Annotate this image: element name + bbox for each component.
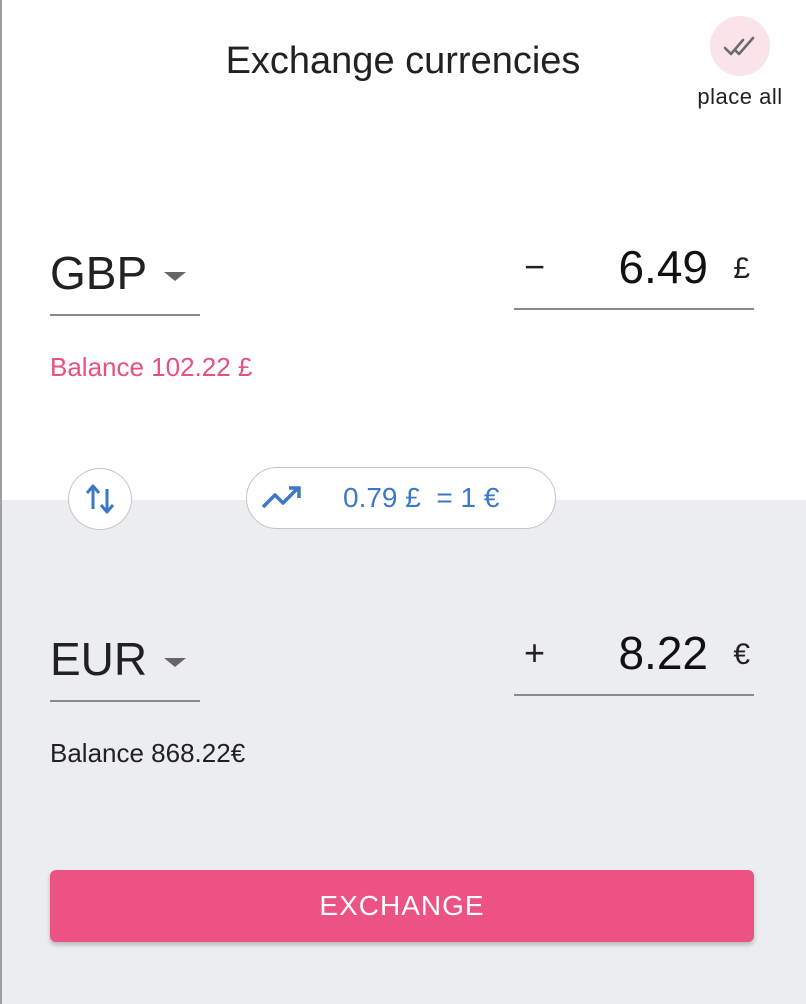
exchange-rate-text: 0.79 £ = 1 € xyxy=(343,482,500,513)
to-currency-select[interactable]: EUR xyxy=(50,632,200,702)
exchange-button[interactable]: EXCHANGE xyxy=(50,870,754,942)
trending-up-icon xyxy=(261,486,301,509)
to-currency-code: EUR xyxy=(50,633,148,685)
double-check-icon xyxy=(723,36,755,56)
from-currency-code: GBP xyxy=(50,247,148,299)
from-currency-symbol: £ xyxy=(733,252,750,285)
to-sign: + xyxy=(524,632,546,673)
from-amount-value[interactable]: 6.49 xyxy=(618,240,708,294)
from-balance: Balance 102.22 £ xyxy=(50,352,253,382)
to-amount-field[interactable]: + 8.22 € xyxy=(514,626,754,696)
chevron-down-icon xyxy=(164,272,186,281)
swap-vertical-icon xyxy=(85,484,115,514)
from-currency-select[interactable]: GBP xyxy=(50,246,200,316)
place-all-circle[interactable] xyxy=(710,16,770,76)
to-currency-symbol: € xyxy=(733,638,750,671)
from-sign: − xyxy=(524,246,546,287)
to-balance: Balance 868.22€ xyxy=(50,738,246,768)
place-all-button[interactable]: place all xyxy=(688,16,792,116)
place-all-label: place all xyxy=(697,84,783,109)
to-amount-value[interactable]: 8.22 xyxy=(618,626,708,680)
from-amount-field[interactable]: − 6.49 £ xyxy=(514,240,754,310)
swap-button[interactable] xyxy=(68,468,132,530)
chevron-down-icon xyxy=(164,658,186,667)
exchange-rate-pill[interactable]: 0.79 £ = 1 € xyxy=(246,467,556,529)
page-title: Exchange currencies xyxy=(225,40,581,82)
